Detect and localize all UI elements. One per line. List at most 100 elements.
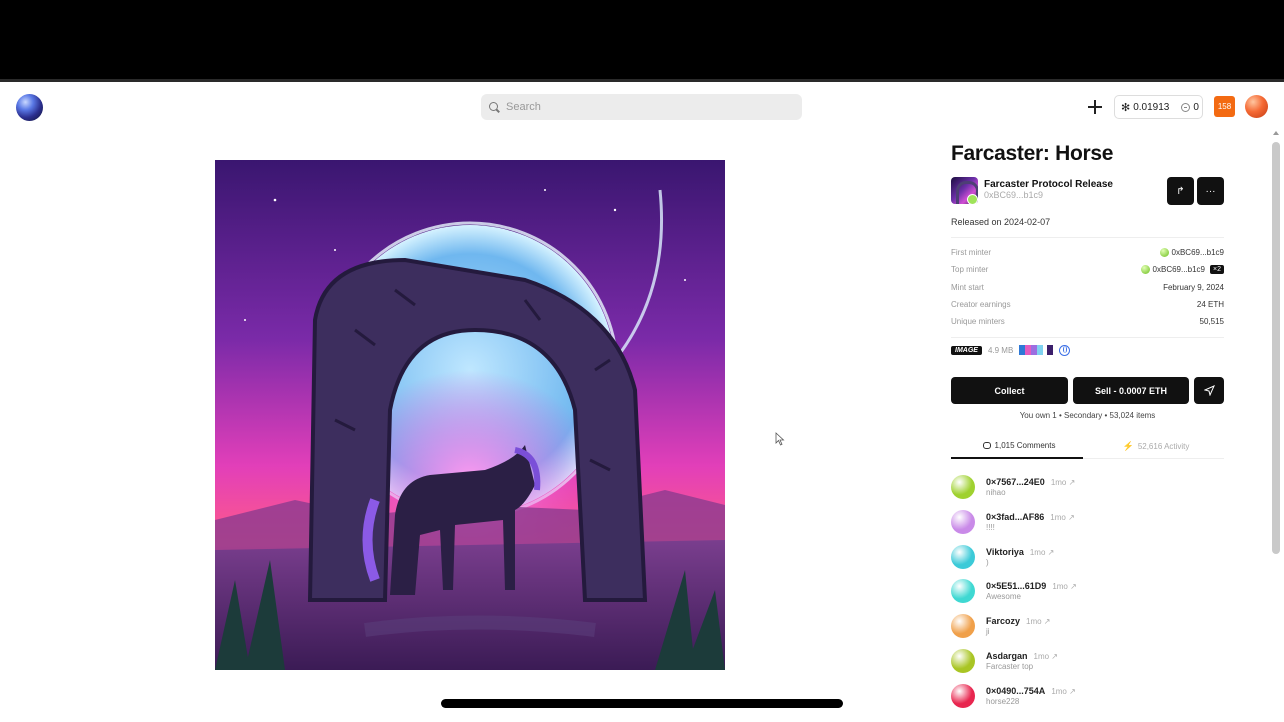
detail-row-first-minter: First minter 0xBC69...b1c9 xyxy=(951,245,1224,262)
detail-rows: First minter 0xBC69...b1c9 Top minter 0x… xyxy=(951,245,1224,331)
comment-avatar[interactable] xyxy=(951,579,975,604)
nft-artwork[interactable] xyxy=(215,160,725,670)
verified-dot-icon xyxy=(967,194,978,205)
top-minter-address[interactable]: 0xBC69...b1c9 xyxy=(1153,265,1205,274)
comment-avatar[interactable] xyxy=(951,544,975,569)
detail-key: Unique minters xyxy=(951,317,1005,327)
author-name[interactable]: Asdargan xyxy=(986,651,1028,661)
search-icon xyxy=(489,101,500,113)
comment-text: nihao xyxy=(986,488,1006,497)
first-minter-address[interactable]: 0xBC69...b1c9 xyxy=(1172,248,1224,257)
comment-item: 0×7567...24E0 1mo ↗ nihao xyxy=(951,475,1224,510)
detail-value[interactable]: 0xBC69...b1c9 ×2 xyxy=(1140,265,1224,275)
tabs: 1,015 Comments ⚡ 52,616 Activity xyxy=(951,437,1224,459)
media-info: IMAGE 4.9 MB xyxy=(951,344,1071,356)
collection-info[interactable]: Farcaster Protocol Release 0xBC69...b1c9… xyxy=(951,177,1224,207)
tab-comments-label: 1,015 Comments xyxy=(994,441,1056,450)
sell-button[interactable]: Sell - 0.0007 ETH xyxy=(1073,377,1189,404)
author-name[interactable]: 0×0490...754A xyxy=(986,686,1045,696)
detail-value: 50,515 xyxy=(1199,317,1224,327)
detail-key: First minter xyxy=(951,248,991,257)
detail-value[interactable]: 0xBC69...b1c9 xyxy=(1159,248,1224,257)
divider xyxy=(951,237,1224,238)
comment-item: 0×3fad...AF86 1mo ↗ !!!! xyxy=(951,509,1224,545)
comment-time[interactable]: 1mo ↗ xyxy=(1050,513,1075,522)
detail-value: February 9, 2024 xyxy=(1163,282,1224,292)
detail-key: Creator earnings xyxy=(951,299,1011,309)
comment-time[interactable]: 1mo ↗ xyxy=(1034,652,1059,661)
credits-pill[interactable]: 0 xyxy=(1175,96,1205,118)
app-logo-icon[interactable] xyxy=(16,94,43,121)
detail-row-unique-minters: Unique minters 50,515 xyxy=(951,314,1224,331)
comment-time[interactable]: 1mo ↗ xyxy=(1051,478,1076,487)
tab-activity[interactable]: ⚡ 52,616 Activity xyxy=(1088,441,1224,452)
comment-author[interactable]: Farcozy 1mo ↗ xyxy=(986,616,1051,626)
page: Search ✻ 0.01913 0 158 Farcaster: Horse … xyxy=(0,79,1284,722)
comment-text: ) xyxy=(986,557,989,567)
tab-comments[interactable]: 1,015 Comments xyxy=(951,441,1087,450)
wallet-balance[interactable]: ✻ 0.01913 0 xyxy=(1114,95,1203,119)
divider xyxy=(951,337,1224,338)
comment-avatar[interactable] xyxy=(951,683,975,708)
comment-time[interactable]: 1mo ↗ xyxy=(1030,548,1055,557)
comment-item: 0×5E51...61D9 1mo ↗ Awesome xyxy=(951,579,1224,614)
notifications-badge[interactable]: 158 xyxy=(1214,96,1235,117)
detail-value: 24 ETH xyxy=(1196,299,1224,309)
active-tab-indicator xyxy=(951,457,1083,459)
author-name[interactable]: Viktoriya xyxy=(986,547,1024,557)
create-plus-icon[interactable] xyxy=(1087,99,1103,115)
comment-time[interactable]: 1mo ↗ xyxy=(1051,687,1076,696)
comment-author[interactable]: 0×0490...754A 1mo ↗ xyxy=(986,686,1076,696)
detail-key: Mint start xyxy=(951,282,984,292)
collection-address: 0xBC69...b1c9 xyxy=(984,190,1044,200)
search-placeholder: Search xyxy=(506,101,541,113)
collection-name[interactable]: Farcaster Protocol Release xyxy=(984,179,1113,190)
user-avatar[interactable] xyxy=(1245,95,1268,118)
share-button[interactable]: ↱ xyxy=(1167,177,1194,205)
comment-text: Awesome xyxy=(986,592,1021,602)
comment-avatar[interactable] xyxy=(951,648,975,673)
nft-details-panel: Farcaster: Horse Farcaster Protocol Rele… xyxy=(951,142,1224,708)
comment-author[interactable]: 0×5E51...61D9 1mo ↗ xyxy=(986,581,1077,591)
comment-author[interactable]: Viktoriya 1mo ↗ xyxy=(986,547,1054,557)
tab-activity-label: 52,616 Activity xyxy=(1137,442,1190,451)
scrollbar[interactable] xyxy=(1272,142,1280,554)
minter-avatar-icon xyxy=(1140,265,1150,275)
comment-author[interactable]: Asdargan 1mo ↗ xyxy=(986,651,1058,661)
scroll-up-arrow-icon[interactable] xyxy=(1273,131,1279,135)
search-input[interactable]: Search xyxy=(481,94,802,120)
ellipsis-icon: ··· xyxy=(1205,185,1216,197)
comment-time[interactable]: 1mo ↗ xyxy=(1026,617,1051,626)
comment-text: Farcaster top xyxy=(986,661,1034,671)
minter-avatar-icon xyxy=(1159,248,1169,257)
snowflake-icon: ✻ xyxy=(1121,101,1131,114)
release-date: Released on 2024-02-07 xyxy=(951,217,1051,227)
comment-item: Asdargan 1mo ↗ Farcaster top xyxy=(951,648,1224,684)
collect-button[interactable]: Collect xyxy=(951,377,1068,404)
comment-avatar[interactable] xyxy=(951,614,975,639)
comment-text: ji xyxy=(986,627,990,637)
share-icon: ↱ xyxy=(1176,185,1185,197)
color-palette xyxy=(1019,345,1054,355)
comment-author[interactable]: 0×7567...24E0 1mo ↗ xyxy=(986,477,1075,487)
more-options-button[interactable]: ··· xyxy=(1197,177,1224,205)
author-name[interactable]: 0×7567...24E0 xyxy=(986,477,1045,487)
comment-item: 0×0490...754A 1mo ↗ horse228 xyxy=(951,683,1224,719)
author-name[interactable]: 0×5E51...61D9 xyxy=(986,581,1046,591)
comment-time[interactable]: 1mo ↗ xyxy=(1052,582,1077,591)
ipfs-globe-icon[interactable] xyxy=(1059,344,1071,356)
comment-item: Farcozy 1mo ↗ ji xyxy=(951,614,1224,649)
balance-pill[interactable]: ✻ 0.01913 xyxy=(1115,96,1175,118)
send-button[interactable] xyxy=(1194,377,1224,404)
detail-row-mint-start: Mint start February 9, 2024 xyxy=(951,280,1224,297)
comment-avatar[interactable] xyxy=(951,509,975,534)
comment-avatar[interactable] xyxy=(951,475,975,499)
detail-key: Top minter xyxy=(951,265,989,275)
detail-row-top-minter: Top minter 0xBC69...b1c9 ×2 xyxy=(951,262,1224,279)
comment-bubble-icon xyxy=(982,442,991,449)
author-name[interactable]: 0×3fad...AF86 xyxy=(986,512,1044,522)
comment-author[interactable]: 0×3fad...AF86 1mo ↗ xyxy=(986,512,1075,522)
comment-text: horse228 xyxy=(986,696,1020,706)
comment-item: Viktoriya 1mo ↗ ) xyxy=(951,544,1224,580)
author-name[interactable]: Farcozy xyxy=(986,616,1020,626)
